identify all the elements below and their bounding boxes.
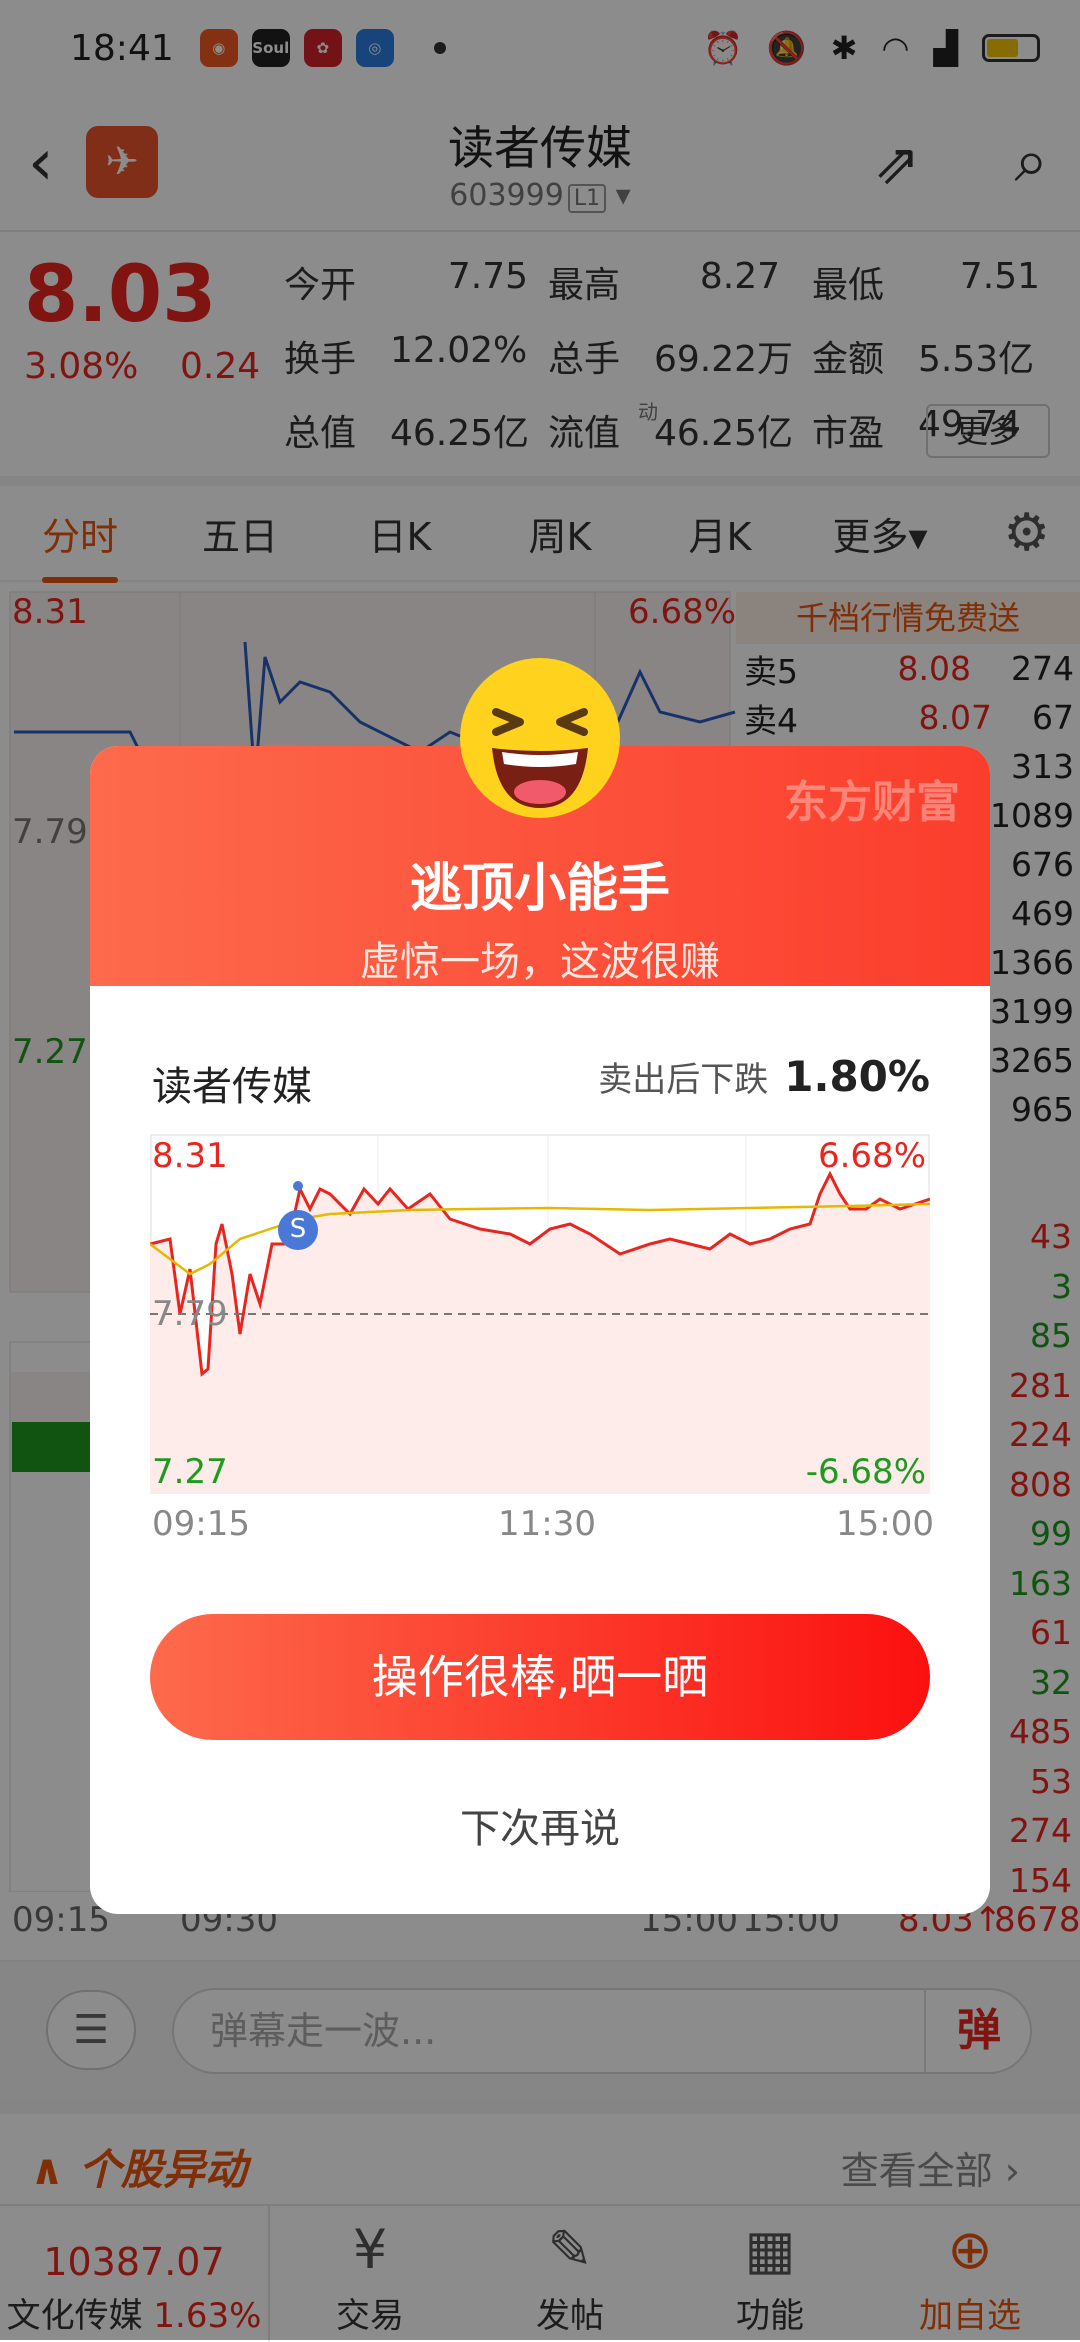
drop-value: 1.80%: [784, 1052, 930, 1101]
brand-watermark: 东方财富: [784, 777, 960, 828]
drop-after-sell: 卖出后下跌 1.80%: [598, 1052, 930, 1101]
modal-mid-label: 7.79: [152, 1294, 228, 1334]
modal-low-label: 7.27: [152, 1452, 228, 1492]
modal-time-end: 15:00: [836, 1504, 934, 1544]
laughing-emoji-icon: [460, 658, 620, 818]
share-result-button[interactable]: 操作很棒,晒一晒: [150, 1614, 930, 1740]
modal-chart-svg: [150, 1134, 930, 1494]
later-button[interactable]: 下次再说: [90, 1796, 990, 1854]
modal-pct-high-label: 6.68%: [817, 1136, 926, 1176]
modal-high-label: 8.31: [152, 1136, 228, 1176]
modal-pct-low-label: -6.68%: [805, 1452, 926, 1492]
modal-time-mid: 11:30: [498, 1504, 596, 1544]
achievement-modal: 东方财富 逃顶小能手 虚惊一场，这波很赚 读者传媒 卖出后下跌 1.80% S 8…: [90, 746, 990, 1914]
modal-time-start: 09:15: [152, 1504, 250, 1544]
modal-stock-name: 读者传媒: [152, 1064, 312, 1110]
modal-subtitle: 虚惊一场，这波很赚: [360, 939, 720, 985]
modal-chart: S 8.31 7.79 7.27 6.68% -6.68%: [150, 1134, 930, 1494]
sell-marker: S: [289, 1214, 307, 1244]
